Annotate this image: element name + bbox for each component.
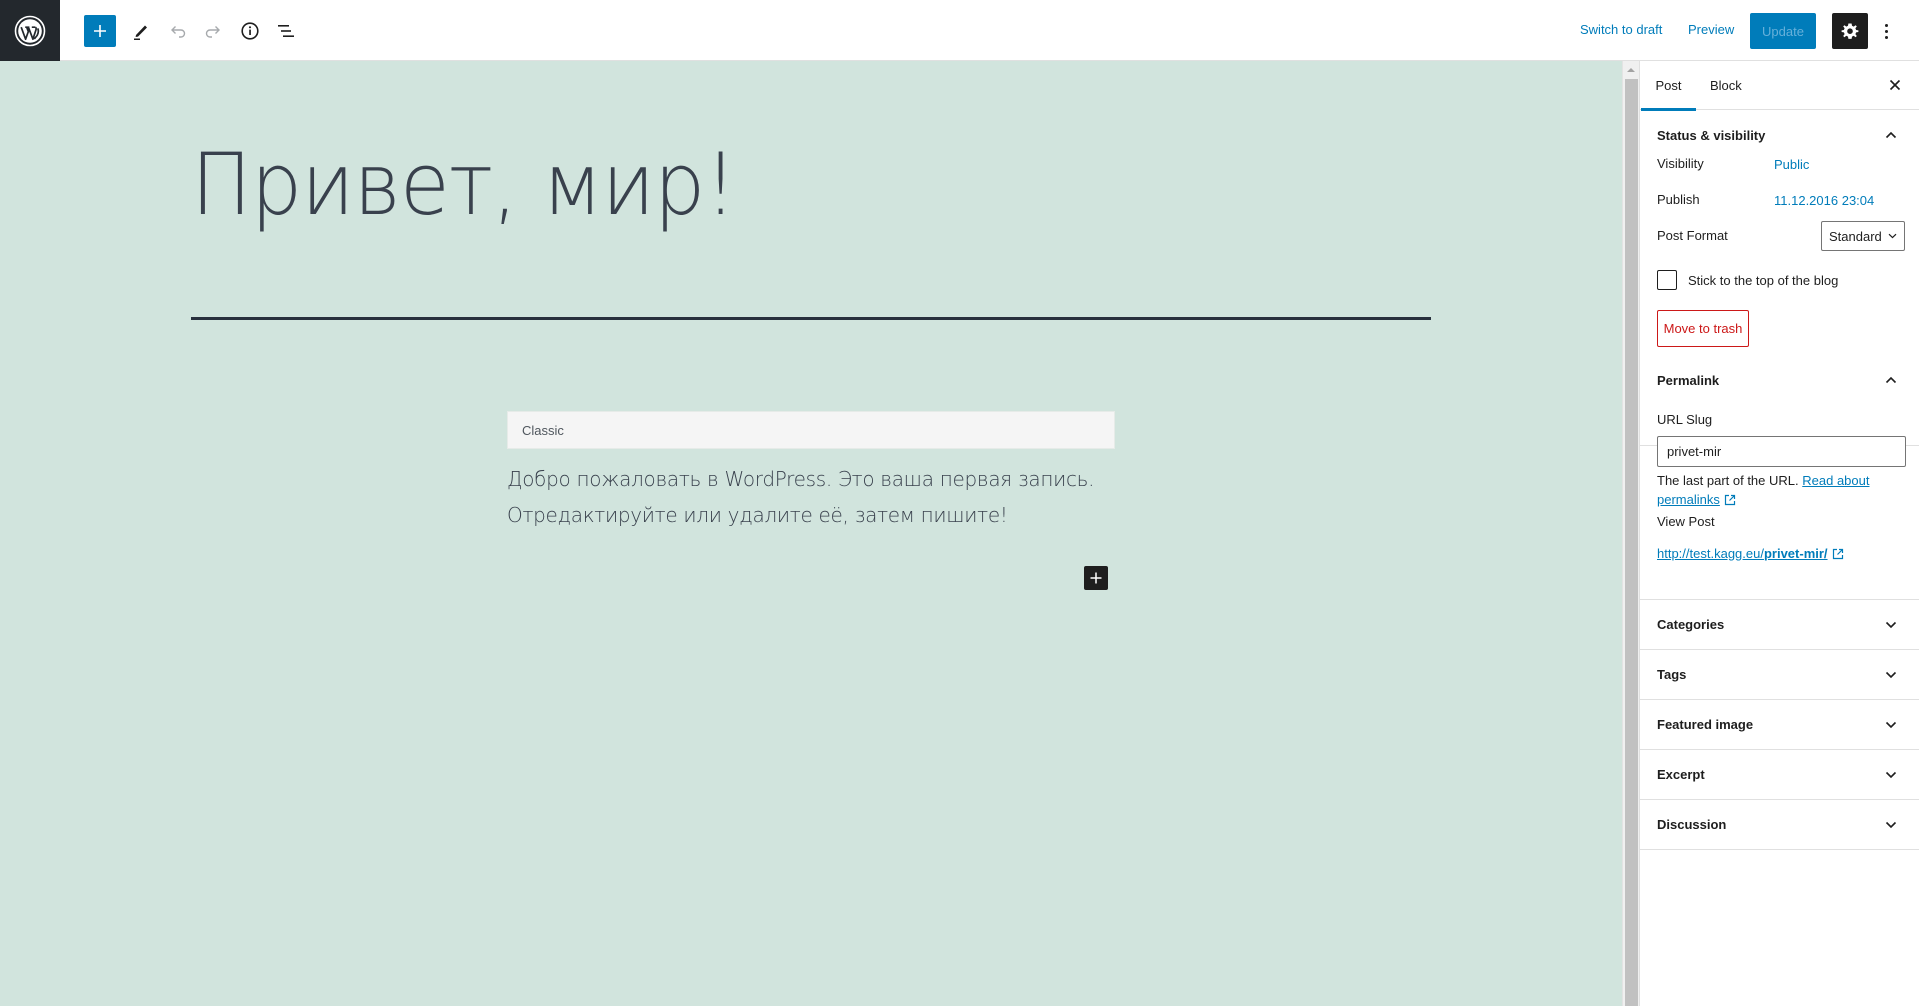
panel-title: Permalink <box>1657 372 1720 388</box>
panel-excerpt: Excerpt <box>1640 750 1919 800</box>
panel-title: Categories <box>1657 617 1725 632</box>
panel-title: Tags <box>1657 667 1687 682</box>
more-vertical-icon-dot <box>1884 35 1888 39</box>
pencil-icon <box>134 25 147 40</box>
panel-categories: Categories <box>1640 600 1919 650</box>
chevron-up-icon <box>1885 376 1897 384</box>
publish-date-toggle[interactable]: 11.12.2016 23:04 <box>1774 193 1874 208</box>
view-post-label: View Post <box>1657 514 1715 529</box>
redo-button[interactable] <box>197 15 229 47</box>
publish-label: Publish <box>1657 192 1700 207</box>
view-post-link[interactable]: http://test.kagg.eu/privet-mir/ <box>1657 546 1844 561</box>
panel-toggle-permalink[interactable]: Permalink <box>1640 355 1919 405</box>
plus-icon <box>1090 572 1102 584</box>
panel-tags: Tags <box>1640 650 1919 700</box>
editor-scrollbar[interactable] <box>1622 61 1639 1006</box>
visibility-toggle[interactable]: Public <box>1774 157 1809 172</box>
permalink-help-text: The last part of the URL. <box>1657 473 1799 488</box>
link-text: Read about <box>1802 473 1870 488</box>
chevron-down-icon <box>1888 233 1897 239</box>
redo-icon <box>205 26 220 38</box>
undo-icon <box>171 26 186 38</box>
editor-header: Switch to draft Preview Update <box>0 0 1919 61</box>
add-block-button[interactable] <box>1084 566 1108 590</box>
undo-button[interactable] <box>162 15 194 47</box>
panel-toggle-excerpt[interactable]: Excerpt <box>1640 750 1919 799</box>
tab-block[interactable]: Block <box>1710 61 1742 110</box>
external-link-icon <box>1724 494 1735 506</box>
classic-block-content[interactable]: Добро пожаловать в WordPress. Это ваша п… <box>507 461 1115 533</box>
sidebar-tabs: Post Block <box>1640 61 1919 111</box>
panel-toggle-featured-image[interactable]: Featured image <box>1640 700 1919 749</box>
settings-sidebar: Post Block Status & visibility Visibilit… <box>1639 61 1919 1006</box>
chevron-up-icon <box>1885 131 1897 139</box>
list-view-icon <box>278 25 294 37</box>
tools-button[interactable] <box>125 15 157 47</box>
more-vertical-icon-dot <box>1884 29 1888 33</box>
sticky-checkbox[interactable] <box>1657 270 1677 290</box>
classic-block-toolbar[interactable]: Classic <box>507 411 1115 449</box>
post-title[interactable]: Привет, мир! <box>191 135 737 235</box>
move-to-trash-button[interactable]: Move to trash <box>1657 310 1749 347</box>
panel-featured-image: Featured image <box>1640 700 1919 750</box>
external-link-icon <box>1832 548 1843 560</box>
chevron-down-icon <box>1885 821 1897 828</box>
panel-toggle-status-visibility[interactable]: Status & visibility <box>1640 110 1919 160</box>
more-vertical-icon <box>1884 23 1888 27</box>
panel-discussion: Discussion <box>1640 800 1919 850</box>
link-text: permalinks <box>1657 492 1720 507</box>
url-slug-label: URL Slug <box>1657 412 1713 427</box>
chevron-down-icon <box>1885 721 1897 728</box>
plus-icon <box>94 25 106 37</box>
gear-icon <box>1841 23 1859 39</box>
sticky-label[interactable]: Stick to the top of the blog <box>1688 273 1838 288</box>
settings-button[interactable] <box>1832 13 1868 49</box>
tab-post[interactable]: Post <box>1641 61 1696 111</box>
paragraph: Отредактируйте или удалите её, затем пиш… <box>507 503 1008 527</box>
panel-title: Status & visibility <box>1657 127 1766 143</box>
close-sidebar-button[interactable] <box>1885 75 1905 95</box>
post-format-label: Post Format <box>1657 228 1728 243</box>
switch-to-draft-button[interactable]: Switch to draft <box>1580 22 1662 37</box>
scrollbar-thumb[interactable] <box>1625 79 1638 1006</box>
info-icon <box>241 22 259 40</box>
visibility-label: Visibility <box>1657 156 1704 171</box>
panel-title: Featured image <box>1657 717 1754 732</box>
classic-block-label: Classic <box>522 422 564 438</box>
post-format-select[interactable]: Standard <box>1821 221 1905 251</box>
details-button[interactable] <box>234 15 266 47</box>
wordpress-logo-button[interactable] <box>0 0 60 61</box>
panel-permalink: Permalink URL Slug The last part of the … <box>1640 355 1919 600</box>
more-options-button[interactable] <box>1878 13 1894 49</box>
post-format-value: Standard <box>1829 228 1882 244</box>
update-button[interactable]: Update <box>1750 13 1816 49</box>
panel-toggle-discussion[interactable]: Discussion <box>1640 800 1919 849</box>
editor-canvas: Привет, мир! Classic Добро пожаловать в … <box>0 61 1622 1006</box>
close-icon <box>1889 79 1901 91</box>
preview-button[interactable]: Preview <box>1688 22 1734 37</box>
panel-toggle-tags[interactable]: Tags <box>1640 650 1919 699</box>
url-slug-input[interactable] <box>1657 436 1906 467</box>
scroll-up-arrow-icon[interactable] <box>1627 68 1635 72</box>
panel-title: Discussion <box>1657 817 1727 832</box>
wordpress-logo-icon <box>14 15 46 46</box>
paragraph: Добро пожаловать в WordPress. Это ваша п… <box>507 467 1095 491</box>
list-view-button[interactable] <box>270 15 302 47</box>
panel-toggle-categories[interactable]: Categories <box>1640 600 1919 649</box>
panel-title: Excerpt <box>1657 767 1705 782</box>
url-prefix: http://test.kagg.eu/ <box>1657 546 1764 561</box>
chevron-down-icon <box>1885 671 1897 678</box>
url-slug: privet-mir/ <box>1763 546 1828 561</box>
block-inserter-button[interactable] <box>84 15 116 47</box>
permalink-help: The last part of the URL. Read about per… <box>1657 471 1907 509</box>
title-separator <box>191 317 1431 320</box>
chevron-down-icon <box>1885 771 1897 778</box>
chevron-down-icon <box>1885 621 1897 628</box>
